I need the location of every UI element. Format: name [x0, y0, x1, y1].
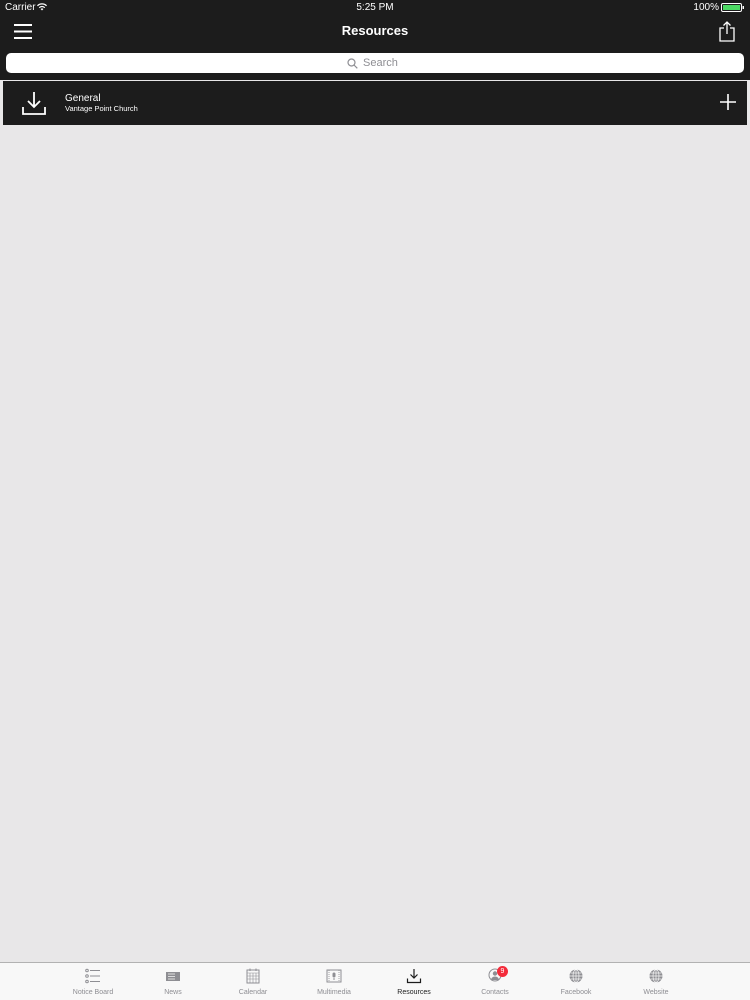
- page-title: Resources: [341, 23, 409, 38]
- tab-label: Contacts: [481, 989, 509, 996]
- battery-percent: 100%: [693, 2, 719, 13]
- multimedia-icon: [326, 969, 342, 983]
- tab-label: Resources: [397, 989, 431, 996]
- share-icon: [719, 20, 735, 42]
- tab-label: Website: [643, 989, 669, 996]
- tab-label: Multimedia: [317, 989, 351, 996]
- hamburger-icon: [14, 23, 32, 39]
- plus-icon[interactable]: [719, 93, 737, 111]
- tab-label: News: [164, 989, 182, 996]
- menu-button[interactable]: [10, 18, 36, 44]
- status-time: 5:25 PM: [356, 2, 394, 13]
- tab-contacts[interactable]: 9 Contacts: [455, 963, 535, 1000]
- resource-subtitle: Vantage Point Church: [65, 104, 138, 113]
- tab-calendar[interactable]: Calendar: [213, 963, 293, 1000]
- list-icon: [85, 968, 100, 984]
- navigation-bar: Resources: [0, 15, 750, 50]
- tab-news[interactable]: News: [133, 963, 213, 1000]
- tab-bar: Notice Board News Calendar Multimedia Re…: [0, 962, 750, 1000]
- calendar-icon: [246, 968, 260, 984]
- battery-icon: [721, 3, 744, 12]
- tab-label: Calendar: [238, 989, 268, 996]
- search-input[interactable]: [363, 57, 403, 69]
- share-button[interactable]: [716, 18, 738, 44]
- search-icon: [347, 57, 358, 69]
- resource-title: General: [65, 93, 101, 104]
- globe-icon: [569, 969, 583, 983]
- list-item[interactable]: General Vantage Point Church: [3, 81, 747, 125]
- tab-facebook[interactable]: Facebook: [536, 963, 616, 1000]
- news-icon: [166, 972, 180, 981]
- tab-multimedia[interactable]: Multimedia: [294, 963, 374, 1000]
- notification-badge: 9: [497, 966, 508, 977]
- tab-website[interactable]: Website: [616, 963, 696, 1000]
- tab-label: Facebook: [560, 989, 592, 996]
- status-bar: Carrier 5:25 PM 100%: [0, 0, 750, 15]
- top-bar: Carrier 5:25 PM 100% Resources: [0, 0, 750, 80]
- tab-notice-board[interactable]: Notice Board: [53, 963, 133, 1000]
- download-icon: [22, 92, 46, 115]
- tab-label: Notice Board: [72, 989, 114, 996]
- tab-resources[interactable]: Resources: [374, 963, 454, 1000]
- globe-icon: [649, 969, 663, 983]
- download-icon: [406, 969, 422, 984]
- search-bar[interactable]: [6, 53, 744, 73]
